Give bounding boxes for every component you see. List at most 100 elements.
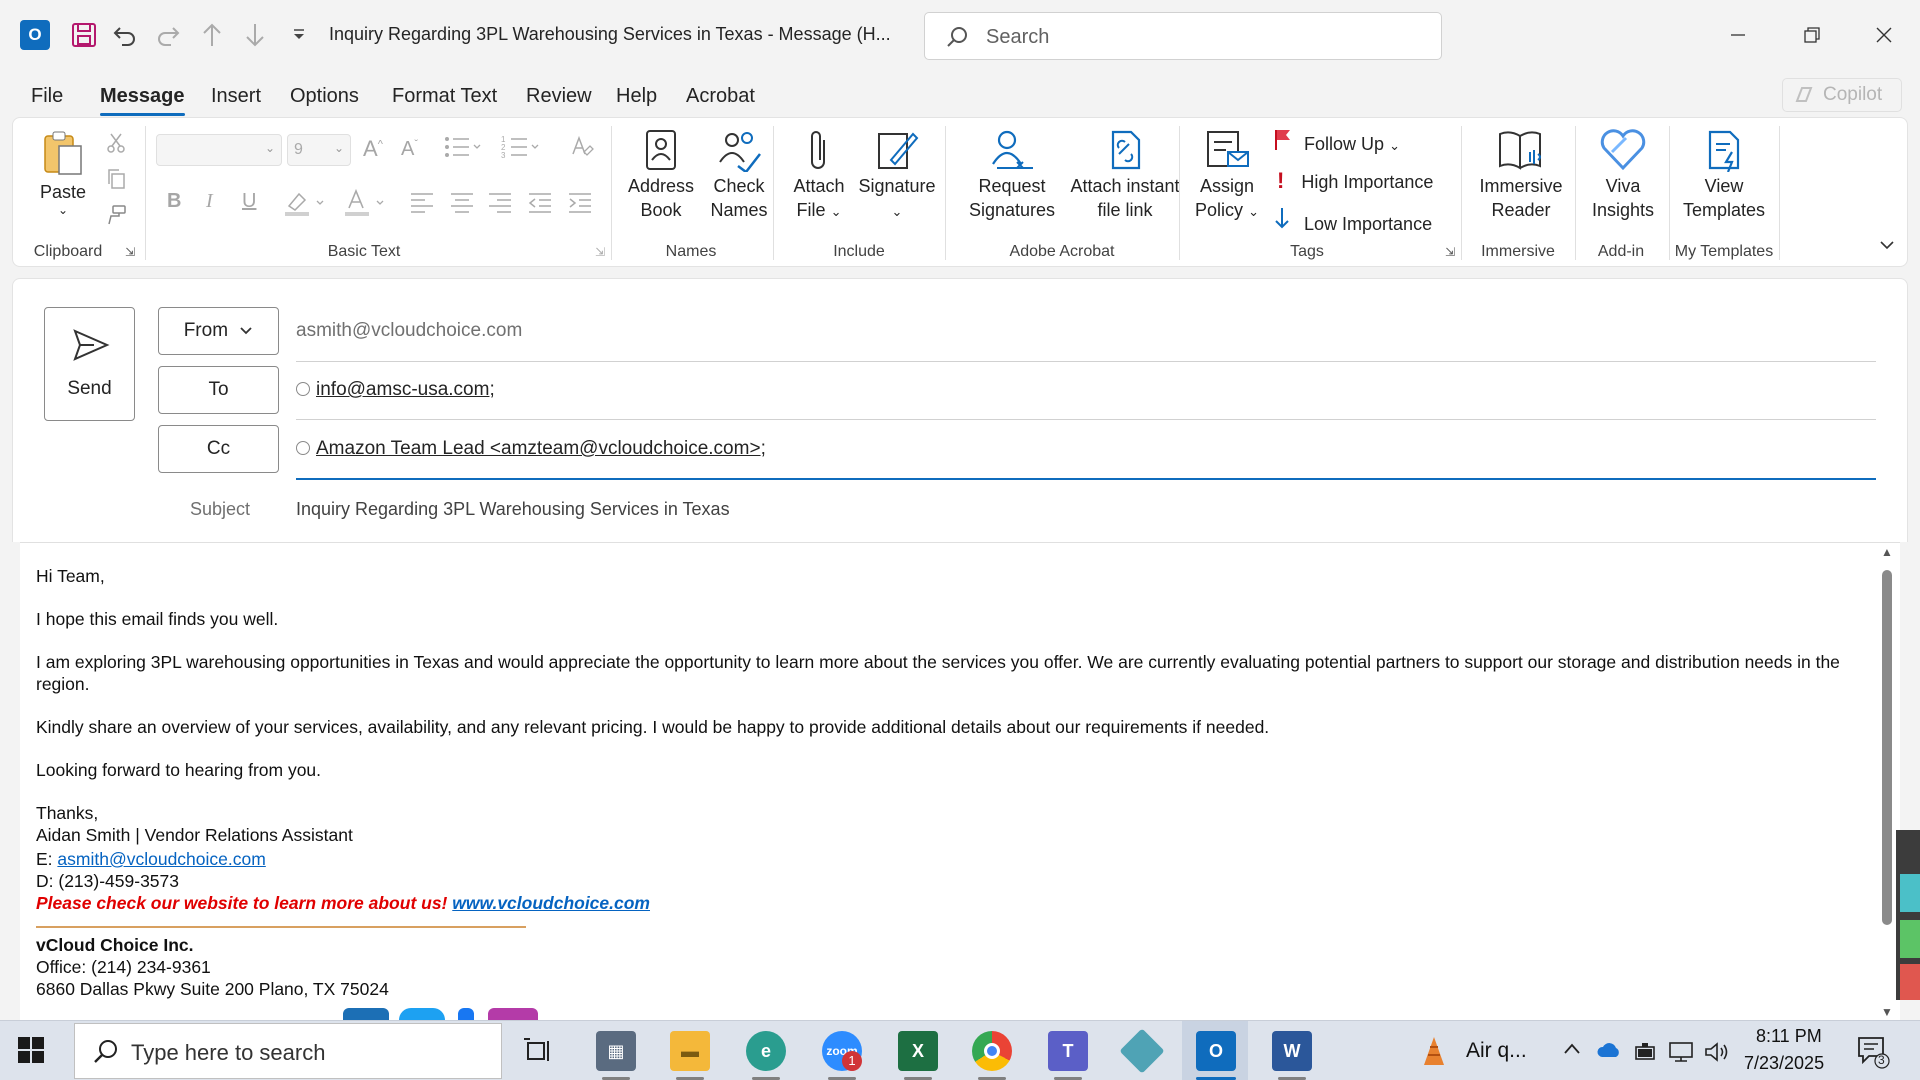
next-item-icon[interactable] [240,20,270,50]
subject-input[interactable]: Inquiry Regarding 3PL Warehousing Servic… [296,499,730,520]
message-body[interactable]: Hi Team, I hope this email finds you wel… [20,542,1900,1020]
format-painter-icon[interactable] [105,204,127,231]
clipboard-launcher-icon[interactable]: ⇲ [125,245,135,259]
tab-help[interactable]: Help [616,85,657,108]
increase-indent-icon[interactable] [567,190,593,219]
tab-acrobat[interactable]: Acrobat [686,85,755,108]
undo-icon[interactable] [110,20,140,50]
request-signatures-button[interactable]: Request Signatures [957,128,1067,222]
notification-center-icon[interactable]: 3 [1856,1035,1890,1074]
windows-start-icon[interactable] [18,1037,44,1068]
ribbon-expand-icon[interactable] [1879,236,1895,256]
bold-icon[interactable]: B [167,190,181,213]
copilot-icon [1793,85,1815,111]
weather-text[interactable]: Air q... [1466,1039,1527,1063]
to-field[interactable]: info@amsc-usa.com; [296,379,495,401]
attach-file-button[interactable]: Attach File ⌄ [785,128,853,224]
clock-time[interactable]: 8:11 PM [1756,1026,1822,1047]
battery-icon[interactable] [1634,1041,1658,1066]
clock-date[interactable]: 7/23/2025 [1744,1053,1824,1074]
tab-insert[interactable]: Insert [211,85,261,108]
tab-message[interactable]: Message [100,85,185,116]
to-label: To [208,379,229,400]
grow-font-icon[interactable]: A^ [363,136,383,162]
align-right-icon[interactable] [487,190,513,219]
onedrive-icon[interactable] [1596,1041,1622,1064]
cc-field[interactable]: Amazon Team Lead <amzteam@vcloudchoice.c… [296,438,766,460]
tags-launcher-icon[interactable]: ⇲ [1445,245,1455,259]
shrink-font-icon[interactable]: Aˇ [401,138,418,161]
volume-icon[interactable] [1704,1041,1730,1068]
tab-review[interactable]: Review [526,85,592,108]
task-view-icon[interactable] [524,1037,554,1070]
font-size-select[interactable]: 9 ⌄ [287,134,351,166]
network-icon[interactable] [1668,1041,1694,1068]
teams-app-icon[interactable]: T [1048,1031,1088,1071]
attach-instant-link-button[interactable]: Attach instant file link [1067,128,1183,222]
paste-button[interactable]: Paste ⌄ [33,128,93,216]
word-app-icon[interactable]: W [1272,1031,1312,1071]
scroll-up-icon[interactable]: ▲ [1881,545,1893,559]
bullets-icon[interactable] [443,134,481,165]
signature-email-link[interactable]: asmith@vcloudchoice.com [57,849,265,869]
align-left-icon[interactable] [409,190,435,219]
decrease-indent-icon[interactable] [527,190,553,219]
close-button[interactable] [1864,18,1904,52]
check-names-button[interactable]: Check Names [701,128,777,222]
underline-icon[interactable]: U [242,190,256,213]
cc-button[interactable]: Cc [158,425,279,473]
basic-text-launcher-icon[interactable]: ⇲ [595,245,605,259]
edge-app-icon[interactable]: e [746,1031,786,1071]
cc-recipient[interactable]: Amazon Team Lead <amzteam@vcloudchoice.c… [316,438,761,459]
assign-policy-button[interactable]: Assign Policy ⌄ [1191,128,1263,224]
address-book-button[interactable]: Address Book [623,128,699,222]
chrome-app-icon[interactable] [972,1031,1012,1071]
signature-button[interactable]: Signature ⌄ [855,128,939,224]
scroll-down-icon[interactable]: ▼ [1881,1005,1893,1019]
excel-app-icon[interactable]: X [898,1031,938,1071]
tab-options[interactable]: Options [290,85,359,108]
save-icon[interactable] [69,20,99,50]
show-hidden-icons-chevron-icon[interactable] [1562,1039,1582,1064]
highlight-color-icon[interactable] [283,188,327,223]
follow-up-button[interactable]: Follow Up ⌄ [1273,128,1400,155]
tab-file[interactable]: File [31,85,63,108]
subject-label: Subject [190,499,251,519]
low-importance-button[interactable]: Low Importance [1273,206,1432,235]
align-center-icon[interactable] [449,190,475,219]
previous-item-icon[interactable] [197,20,227,50]
font-name-select[interactable]: ⌄ [156,134,282,166]
restore-button[interactable] [1792,18,1832,52]
vertical-scrollbar[interactable]: ▲ ▼ [1880,545,1894,1019]
app-icon-diamond[interactable] [1119,1028,1165,1074]
taskbar-search-input[interactable]: Type here to search [74,1023,502,1079]
immersive-reader-button[interactable]: Immersive Reader [1473,128,1569,222]
to-button[interactable]: To [158,366,279,414]
outlook-app-icon[interactable]: O [1196,1031,1236,1071]
to-recipient[interactable]: info@amsc-usa.com [316,379,489,400]
numbering-icon[interactable]: 123 [501,134,539,165]
copy-icon[interactable] [105,168,127,195]
attach-link-label-line2: file link [1097,200,1153,220]
send-button[interactable]: Send [44,307,135,421]
minimize-button[interactable] [1718,18,1758,52]
from-button[interactable]: From [158,307,279,355]
clipboard-group-label: Clipboard [33,243,103,260]
weather-icon[interactable] [1420,1035,1450,1074]
calculator-app-icon[interactable]: ▦ [596,1031,636,1071]
viva-insights-button[interactable]: Viva Insights [1585,128,1661,222]
scrollbar-thumb[interactable] [1882,570,1892,925]
font-color-icon[interactable] [343,188,387,223]
file-explorer-app-icon[interactable]: ▬ [670,1031,710,1071]
high-importance-button[interactable]: ! High Importance [1277,168,1433,194]
tab-format-text[interactable]: Format Text [392,85,497,108]
cut-icon[interactable] [105,132,127,159]
view-templates-button[interactable]: View Templates [1679,128,1769,222]
customize-quick-access-icon[interactable] [284,20,314,50]
search-input[interactable]: Search [924,12,1442,60]
copilot-button[interactable]: Copilot [1782,78,1902,112]
clear-formatting-icon[interactable] [569,134,595,165]
redo-icon[interactable] [153,20,183,50]
website-link[interactable]: www.vcloudchoice.com [452,893,650,913]
italic-icon[interactable]: I [206,190,213,213]
